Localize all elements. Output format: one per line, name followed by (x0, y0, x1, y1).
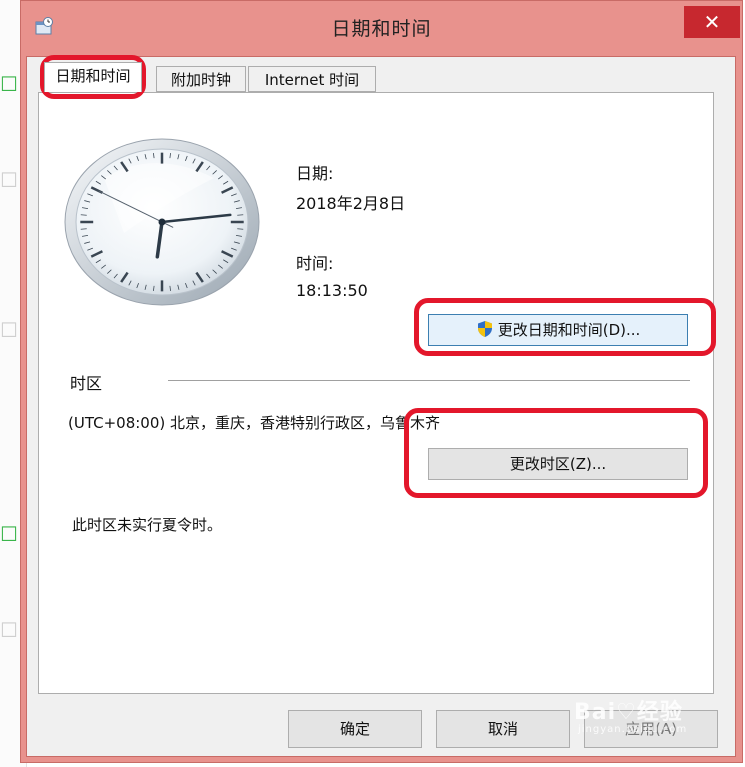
change-timezone-button[interactable]: 更改时区(Z)... (428, 448, 688, 480)
cancel-label: 取消 (487, 720, 518, 738)
section-divider (168, 380, 690, 381)
clock-tick (237, 214, 244, 216)
watermark-text: Bai♡经验 (574, 700, 683, 725)
analog-clock (64, 138, 260, 306)
bg-glyph: ☐ (0, 522, 18, 546)
ok-label: 确定 (339, 720, 370, 738)
tab-label: 附加时钟 (170, 71, 231, 89)
close-button[interactable]: ✕ (684, 6, 740, 38)
dst-note: 此时区未实行夏令时。 (72, 516, 223, 534)
tab-date-time[interactable]: 日期和时间 (44, 62, 142, 92)
bg-glyph: ☐ (0, 318, 18, 342)
date-value: 2018年2月8日 (296, 194, 406, 213)
time-label: 时间: (296, 254, 334, 273)
bg-glyph: ☐ (0, 72, 18, 96)
clock-tick (80, 228, 87, 230)
clock-tick (80, 214, 87, 216)
window-title: 日期和时间 (331, 18, 432, 40)
close-icon: ✕ (703, 10, 721, 34)
time-value: 18:13:50 (296, 281, 368, 300)
cancel-button[interactable]: 取消 (436, 710, 570, 748)
tab-internet-time[interactable]: Internet 时间 (248, 66, 376, 92)
tab-label: Internet 时间 (264, 71, 360, 89)
date-label: 日期: (296, 164, 334, 183)
timezone-value: (UTC+08:00) 北京，重庆，香港特别行政区，乌鲁木齐 (68, 414, 441, 432)
clock-pivot (158, 218, 166, 226)
change-timezone-label: 更改时区(Z)... (509, 455, 607, 473)
uac-shield-icon (477, 321, 492, 337)
clock-tick (237, 228, 244, 230)
change-date-time-button[interactable]: 更改日期和时间(D)... (428, 314, 688, 346)
watermark-sub: jingyan.baidu.com (578, 724, 688, 735)
watermark: Bai♡经验 jingyan.baidu.com (574, 694, 686, 735)
tab-label: 日期和时间 (55, 67, 131, 85)
timezone-section-label: 时区 (70, 374, 103, 393)
change-date-time-label: 更改日期和时间(D)... (497, 321, 641, 339)
ok-button[interactable]: 确定 (288, 710, 422, 748)
bg-glyph: ☐ (0, 168, 18, 192)
bg-glyph: ☐ (0, 618, 18, 642)
tab-additional-clocks[interactable]: 附加时钟 (156, 66, 246, 92)
